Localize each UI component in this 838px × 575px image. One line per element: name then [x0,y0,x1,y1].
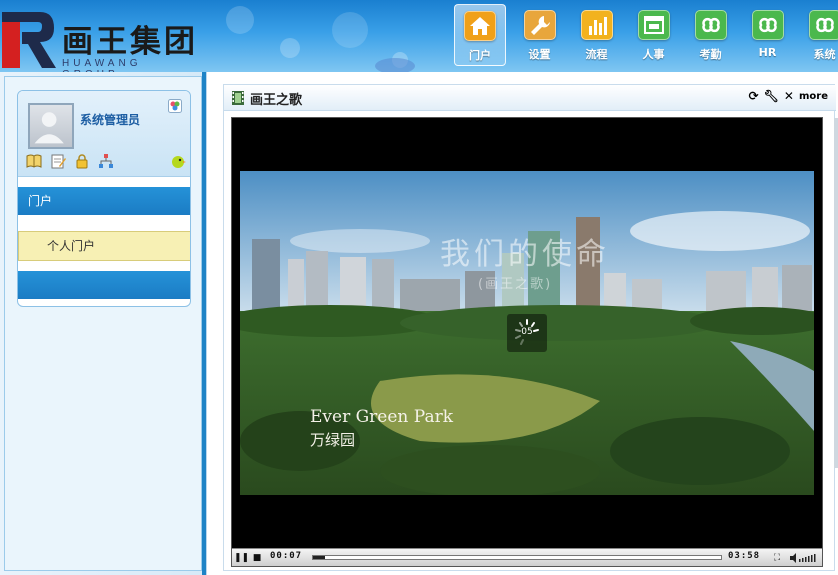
duration: 03:58 [728,551,761,561]
infinity-icon [751,10,784,40]
seek-bar[interactable] [312,555,722,560]
user-info: 系统管理员 [18,91,190,177]
nav-label: 考勤 [699,48,722,61]
nav-item-portal[interactable]: 门户 [454,4,506,66]
fullscreen-icon[interactable]: ⛶ [770,551,784,565]
window-icon [637,10,670,40]
panel-header: 画王之歌 ⟳ 🔧︎ ✕ more [224,85,836,111]
nav-item-settings[interactable]: 设置 [511,4,568,66]
note-edit-icon[interactable] [50,153,66,169]
infinity-icon [694,10,727,40]
nav-item-workflow[interactable]: 流程 [568,4,625,66]
panel-tools: ⟳ 🔧︎ ✕ more [744,89,828,103]
close-icon[interactable]: ✕ [784,89,794,103]
wrench-icon [523,10,556,40]
stop-icon[interactable]: ■ [250,551,264,565]
nav-label: 流程 [585,48,608,61]
logo-name: 画王集团 [62,24,198,60]
nav-item-hr[interactable]: HR [739,4,796,66]
refresh-icon[interactable]: ⟳ [749,89,759,103]
film-icon [232,91,244,105]
video-panel: 画王之歌 ⟳ 🔧︎ ✕ more 我们的使命 (画王之歌) 05 Ever Gr… [223,84,836,571]
volume-icon[interactable] [790,552,818,564]
sidebar-panel: 系统管理员 门户 个人门户 [4,76,202,571]
nav-item-system[interactable]: 系统 [796,4,838,66]
user-name: 系统管理员 [80,113,141,127]
avatar[interactable] [28,103,74,149]
chat-bird-icon[interactable] [170,153,186,169]
nav-label: 系统 [813,48,836,61]
video-frame[interactable]: 我们的使命 (画王之歌) 05 Ever Green Park 万绿园 [240,171,814,495]
video-caption-chinese: 万绿园 [310,431,356,449]
nav-item-personnel[interactable]: 人事 [625,4,682,66]
home-icon [464,11,496,41]
main-content: 画王之歌 ⟳ 🔧︎ ✕ more 我们的使命 (画王之歌) 05 Ever Gr… [206,72,838,575]
logo-mark-icon [2,12,56,68]
bar-chart-icon [580,10,613,40]
nav-label: 设置 [528,48,551,61]
theme-icon[interactable] [168,99,182,113]
nav-label: 门户 [469,49,491,62]
nav-label: HR [758,46,777,59]
book-icon[interactable] [26,153,42,169]
user-card: 系统管理员 门户 个人门户 [17,90,191,307]
video-overlay-subtitle: (画王之歌) [478,277,553,292]
top-nav: 门户 设置 流程 人事 考勤 HR 系统 [454,4,838,66]
infinity-icon [808,10,838,40]
menu-portal[interactable]: 门户 [18,187,190,215]
seek-progress [313,556,326,559]
loading-spinner-icon: 05 [507,314,547,352]
pause-icon[interactable]: ❚❚ [234,551,249,565]
wrench-icon[interactable]: 🔧︎ [764,89,779,103]
org-chart-icon[interactable] [98,153,114,169]
video-player[interactable]: 我们的使命 (画王之歌) 05 Ever Green Park 万绿园 ❚❚ ■… [231,117,823,567]
panel-title: 画王之歌 [250,93,303,108]
nav-label: 人事 [642,48,665,61]
nav-item-attendance[interactable]: 考勤 [682,4,739,66]
menu-section[interactable] [18,271,190,299]
company-logo[interactable]: 画王集团 HUAWANG GROUP [0,6,200,72]
loader-count: 05 [521,327,533,337]
header-decoration [226,6,415,72]
page-scrollbar[interactable] [834,118,838,468]
more-link[interactable]: more [799,91,828,102]
video-caption-english: Ever Green Park [310,407,454,427]
user-toolbar [26,153,186,173]
menu-item-personal-portal[interactable]: 个人门户 [18,231,190,261]
top-header: 画王集团 HUAWANG GROUP 门户 设置 流程 人事 [0,0,838,72]
video-overlay-title: 我们的使命 [440,237,610,272]
sidebar: 系统管理员 门户 个人门户 [0,72,206,575]
player-controls: ❚❚ ■ 00:07 03:58 ⛶ [232,548,822,566]
logo-subtitle: HUAWANG GROUP [62,58,142,72]
current-time: 00:07 [270,551,303,561]
lock-icon[interactable] [74,153,90,169]
